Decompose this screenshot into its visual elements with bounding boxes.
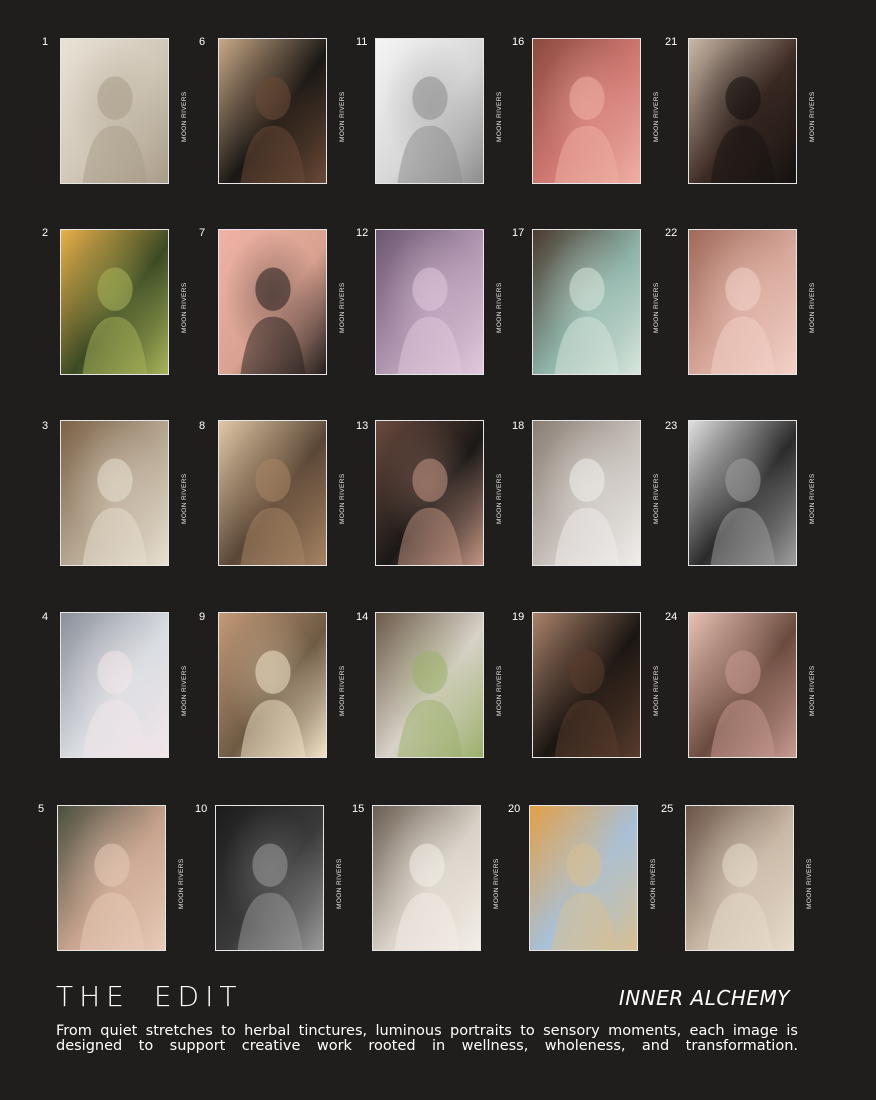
side-label: MOON RIVERS [496, 91, 503, 142]
tile-number: 8 [199, 420, 206, 432]
photo-image [57, 805, 166, 951]
photo-image [60, 612, 169, 758]
side-label: MOON RIVERS [653, 91, 660, 142]
tile-number: 10 [195, 803, 208, 815]
side-label: MOON RIVERS [653, 473, 660, 524]
side-label: MOON RIVERS [178, 858, 185, 909]
tile-number: 20 [508, 803, 521, 815]
photo-image [688, 420, 797, 566]
photo-image [529, 805, 638, 951]
tile-number: 13 [356, 420, 369, 432]
tile-number: 24 [665, 611, 678, 623]
photo-image [375, 420, 484, 566]
photo-image [218, 612, 327, 758]
side-label: MOON RIVERS [339, 665, 346, 716]
photo-image [532, 38, 641, 184]
description-text: From quiet stretches to herbal tinctures… [56, 1023, 798, 1054]
tile-number: 1 [42, 36, 49, 48]
photo-image [375, 229, 484, 375]
side-label: MOON RIVERS [339, 282, 346, 333]
photo-image [688, 38, 797, 184]
title-word-1: THE [56, 980, 130, 1013]
side-label: MOON RIVERS [809, 665, 816, 716]
tile-number: 3 [42, 420, 49, 432]
photo-image [215, 805, 324, 951]
photo-grid: 1 MOON RIVERS 2 MOON RIVERS 3 MOON RIVERS 4 MOO… [0, 0, 876, 960]
tile-number: 19 [512, 611, 525, 623]
side-label: MOON RIVERS [339, 91, 346, 142]
side-label: MOON RIVERS [806, 858, 813, 909]
photo-image [60, 38, 169, 184]
photo-image [532, 420, 641, 566]
side-label: MOON RIVERS [809, 473, 816, 524]
tile-number: 14 [356, 611, 369, 623]
photo-image [532, 612, 641, 758]
side-label: MOON RIVERS [181, 282, 188, 333]
photo-image [218, 229, 327, 375]
tile-number: 25 [661, 803, 674, 815]
photo-image [688, 229, 797, 375]
side-label: MOON RIVERS [493, 858, 500, 909]
photo-image [532, 229, 641, 375]
tile-number: 16 [512, 36, 525, 48]
side-label: MOON RIVERS [496, 473, 503, 524]
photo-image [688, 612, 797, 758]
tile-number: 5 [38, 803, 45, 815]
side-label: MOON RIVERS [809, 91, 816, 142]
tile-number: 22 [665, 227, 678, 239]
tile-number: 4 [42, 611, 49, 623]
photo-image [375, 612, 484, 758]
photo-image [372, 805, 481, 951]
page-title: THE EDIT [56, 980, 242, 1013]
tile-number: 2 [42, 227, 49, 239]
side-label: MOON RIVERS [181, 91, 188, 142]
side-label: MOON RIVERS [181, 665, 188, 716]
tile-number: 15 [352, 803, 365, 815]
side-label: MOON RIVERS [809, 282, 816, 333]
side-label: MOON RIVERS [336, 858, 343, 909]
tile-number: 12 [356, 227, 369, 239]
photo-image [218, 420, 327, 566]
photo-image [60, 229, 169, 375]
tile-number: 11 [356, 36, 368, 48]
side-label: MOON RIVERS [496, 282, 503, 333]
side-label: MOON RIVERS [181, 473, 188, 524]
photo-image [685, 805, 794, 951]
tile-number: 6 [199, 36, 206, 48]
tile-number: 21 [665, 36, 678, 48]
tile-number: 18 [512, 420, 525, 432]
side-label: MOON RIVERS [653, 665, 660, 716]
side-label: MOON RIVERS [650, 858, 657, 909]
tile-number: 17 [512, 227, 525, 239]
side-label: MOON RIVERS [496, 665, 503, 716]
side-label: MOON RIVERS [339, 473, 346, 524]
tile-number: 23 [665, 420, 678, 432]
side-label: MOON RIVERS [653, 282, 660, 333]
tile-number: 7 [199, 227, 206, 239]
tile-number: 9 [199, 611, 206, 623]
photo-image [218, 38, 327, 184]
photo-image [375, 38, 484, 184]
page-subtitle: INNER ALCHEMY [618, 986, 790, 1010]
photo-image [60, 420, 169, 566]
title-word-2: EDIT [153, 980, 243, 1013]
